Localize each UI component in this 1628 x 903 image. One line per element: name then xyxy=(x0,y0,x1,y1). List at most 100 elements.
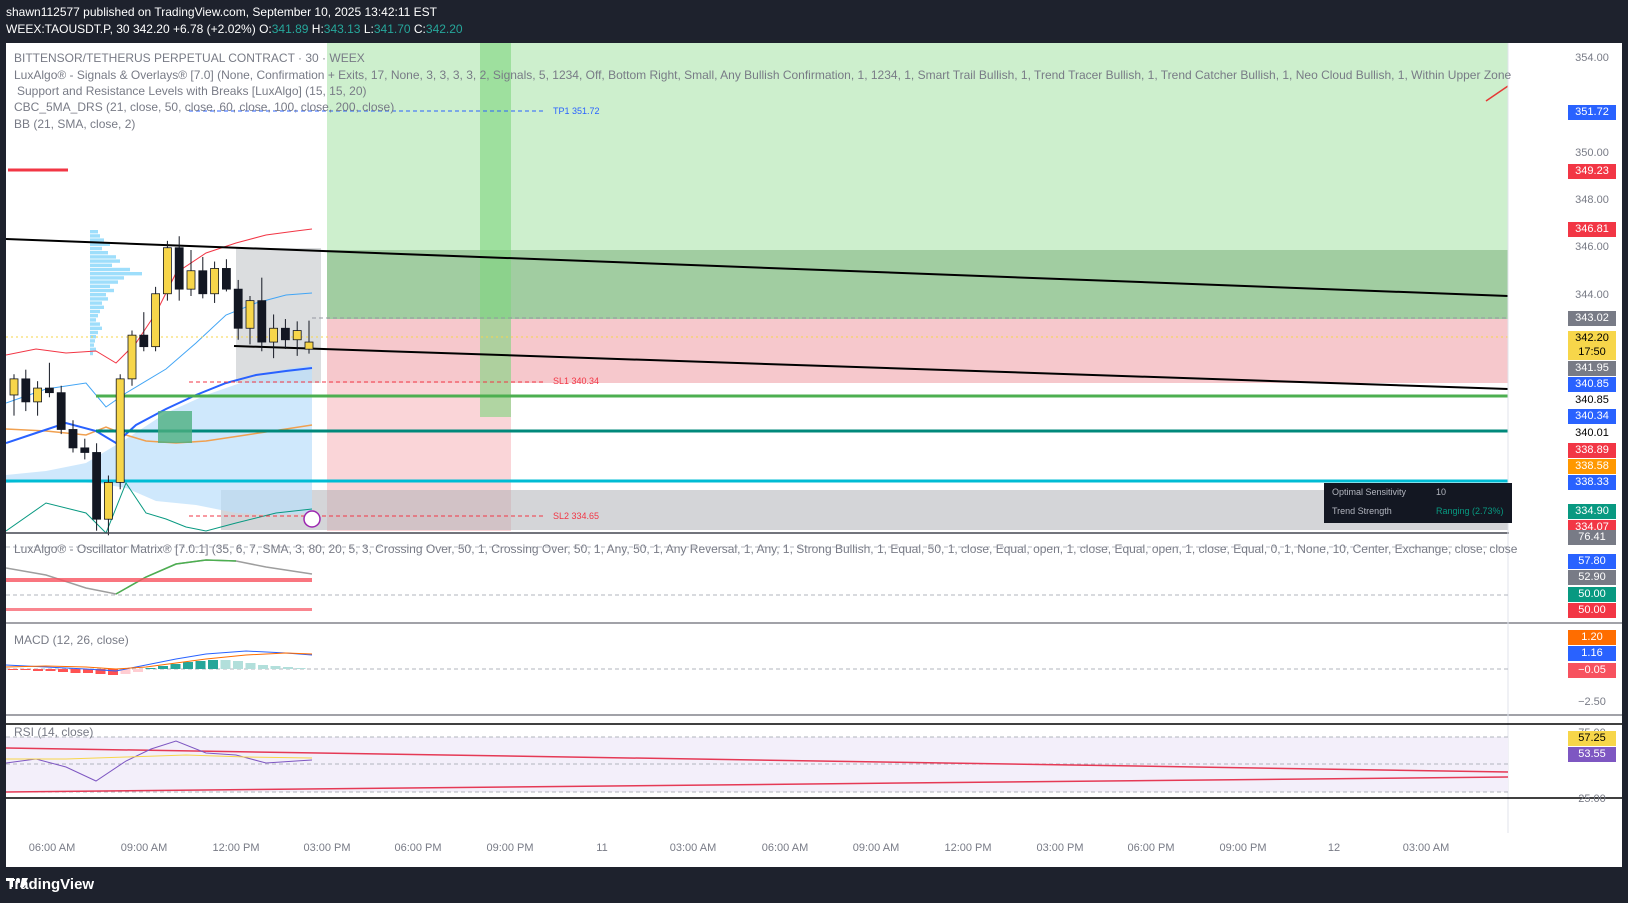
macd-bar xyxy=(158,666,168,669)
price-label: 341.95 xyxy=(1568,361,1616,376)
chart-area[interactable]: BITTENSOR/TETHERUS PERPETUAL CONTRACT · … xyxy=(6,43,1622,867)
volume-profile-bar xyxy=(90,251,108,255)
candle-body xyxy=(45,387,54,394)
price-label: 50.00 xyxy=(1568,587,1616,602)
price-change: +6.78 (+2.02%) xyxy=(172,22,256,36)
chart-canvas[interactable] xyxy=(6,43,1622,867)
macd-bar xyxy=(233,661,243,669)
time-tick: 09:00 AM xyxy=(852,842,900,854)
macd-bar xyxy=(8,669,18,670)
time-tick: 06:00 AM xyxy=(761,842,809,854)
macd-bar xyxy=(270,666,281,669)
dashboard-row-sensitivity: Optimal Sensitivity 10 xyxy=(1332,487,1447,497)
macd-bar xyxy=(33,669,43,671)
volume-profile-bar xyxy=(90,297,108,301)
price-label: 340.34 xyxy=(1568,409,1616,424)
price-tick: 340.01 xyxy=(1575,427,1609,439)
volume-profile-bar xyxy=(90,351,93,356)
macd-bar xyxy=(145,668,156,669)
ohlc-bar: WEEX:TAOUSDT.P, 30 342.20 +6.78 (+2.02%)… xyxy=(6,22,463,36)
candle-body xyxy=(151,293,161,348)
price-label: 349.23 xyxy=(1568,164,1616,179)
candle-body xyxy=(9,378,19,396)
volume-profile-bar xyxy=(90,272,142,276)
publish-info: shawn112577 published on TradingView.com… xyxy=(6,5,437,19)
candle-body xyxy=(68,429,78,449)
symbol-label: WEEX:TAOUSDT.P, 30 xyxy=(6,22,130,36)
price-label: 57.80 xyxy=(1568,554,1616,569)
price-tick: 350.00 xyxy=(1575,147,1609,159)
macd-bar xyxy=(20,669,31,670)
price-label: 76.41 xyxy=(1568,530,1616,545)
time-tick: 03:00 AM xyxy=(669,842,717,854)
volume-profile-bar xyxy=(90,314,98,318)
time-tick: 06:00 AM xyxy=(28,842,76,854)
macd-bar xyxy=(133,669,143,672)
volume-profile-bar xyxy=(90,288,114,293)
legend-oscillator[interactable]: LuxAlgo® - Oscillator Matrix® [7.0.1] (3… xyxy=(14,542,1517,556)
time-tick: 03:00 PM xyxy=(303,842,351,854)
lower-range-box xyxy=(221,490,1508,530)
candle-body xyxy=(104,481,113,520)
entry-bar xyxy=(480,43,511,417)
legend-bb[interactable]: BB (21, SMA, close, 2) xyxy=(14,117,135,131)
price-tick: 344.00 xyxy=(1575,289,1609,301)
price-label: −0.05 xyxy=(1568,663,1616,678)
candle-body xyxy=(139,334,149,348)
volume-profile-bar xyxy=(90,330,98,335)
candle-body xyxy=(257,300,267,343)
volume-profile-bar xyxy=(90,322,100,326)
tradingview-icon xyxy=(6,878,28,887)
price-label: 57.25 xyxy=(1568,731,1616,746)
price-label: 338.33 xyxy=(1568,475,1616,490)
macd-bar xyxy=(295,668,306,669)
sl1-label: SL1 340.34 xyxy=(553,376,600,386)
macd-bar xyxy=(245,663,256,669)
legend-sr[interactable]: Support and Resistance Levels with Break… xyxy=(17,84,367,98)
chart-title[interactable]: BITTENSOR/TETHERUS PERPETUAL CONTRACT · … xyxy=(14,51,365,65)
legend-macd[interactable]: MACD (12, 26, close) xyxy=(14,633,129,647)
open-value: 341.89 xyxy=(271,22,309,36)
volume-profile-bar xyxy=(90,318,96,322)
legend-luxalgo[interactable]: LuxAlgo® - Signals & Overlays® [7.0] (No… xyxy=(14,68,1511,82)
price-label: 340.85 xyxy=(1568,377,1616,392)
candle-body xyxy=(198,270,208,295)
price-label: 53.55 xyxy=(1568,747,1616,762)
tradingview-logo[interactable]: TradingView xyxy=(6,876,94,893)
volume-profile-bar xyxy=(90,339,95,343)
price-label: 338.89 xyxy=(1568,443,1616,458)
time-tick: 09:00 PM xyxy=(486,842,534,854)
volume-profile-bar xyxy=(90,280,118,284)
candle-body xyxy=(92,452,101,520)
candle-body xyxy=(33,387,43,403)
candle-body xyxy=(56,392,66,430)
volume-profile-bar xyxy=(90,246,102,251)
volume-profile-bar xyxy=(90,267,130,272)
dashboard-row-trend: Trend Strength Ranging (2.73%) xyxy=(1332,506,1504,516)
price-tick: 340.85 xyxy=(1575,394,1609,406)
time-tick: 09:00 PM xyxy=(1219,842,1267,854)
price-tick: 354.00 xyxy=(1575,52,1609,64)
macd-bar xyxy=(70,669,81,673)
time-tick: 06:00 PM xyxy=(394,842,442,854)
time-tick: 12:00 PM xyxy=(944,842,992,854)
volume-profile-bar xyxy=(90,305,104,309)
legend-rsi[interactable]: RSI (14, close) xyxy=(14,725,93,739)
candle-body xyxy=(245,300,255,329)
price-label: 338.58 xyxy=(1568,459,1616,474)
volume-profile-bar xyxy=(90,276,124,280)
price-label: 1.16 xyxy=(1568,646,1616,661)
volume-profile-bar xyxy=(90,309,100,314)
price-label: 334.90 xyxy=(1568,504,1616,519)
price-label: 346.81 xyxy=(1568,222,1616,237)
bullish-signal xyxy=(158,411,192,443)
legend-cbc[interactable]: CBC_5MA_DRS (21, close, 50, close, 60, c… xyxy=(14,100,394,114)
price-label: 50.00 xyxy=(1568,603,1616,618)
price-label: 351.72 xyxy=(1568,105,1616,120)
candle-body xyxy=(174,247,184,290)
candle-body xyxy=(280,327,290,341)
time-tick: 09:00 AM xyxy=(120,842,168,854)
time-tick: 12 xyxy=(1327,842,1341,854)
volume-profile-bar xyxy=(90,230,98,234)
luxalgo-dashboard: Optimal Sensitivity 10 Trend Strength Rang… xyxy=(1324,483,1512,523)
